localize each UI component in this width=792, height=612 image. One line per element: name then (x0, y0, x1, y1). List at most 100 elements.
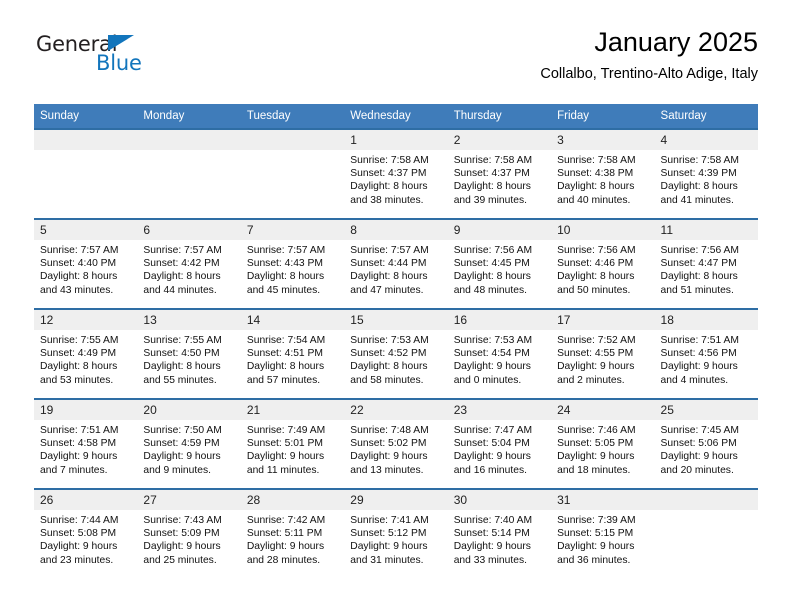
sunrise-line: Sunrise: 7:39 AM (557, 515, 636, 526)
day-number: 30 (447, 490, 552, 510)
sunrise-line: Sunrise: 7:53 AM (453, 335, 533, 346)
day-number: 11 (654, 220, 758, 240)
calendar-day-cell[interactable]: 3 Sunrise: 7:58 AM Sunset: 4:38 PM Daylight… (551, 128, 655, 219)
day-sun-info: Sunrise: 7:57 AM Sunset: 4:44 PM Daylight:… (344, 240, 447, 297)
day-number: 21 (240, 400, 345, 420)
daylight-line: Daylight: 8 hours (40, 271, 118, 283)
logo-text-blue: Blue (96, 51, 142, 75)
calendar-day-cell[interactable]: 6 Sunrise: 7:57 AM Sunset: 4:42 PM Daylight… (137, 218, 241, 309)
daylight-line: Daylight: 8 hours (557, 181, 635, 193)
day-sun-info: Sunrise: 7:41 AM Sunset: 5:12 PM Daylight:… (344, 510, 447, 567)
day-sun-info: Sunrise: 7:48 AM Sunset: 5:02 PM Daylight:… (344, 420, 447, 477)
calendar-day-cell[interactable]: 19 Sunrise: 7:51 AM Sunset: 4:58 PM Dayligh… (34, 398, 138, 489)
day-sun-info (137, 150, 240, 154)
daylight-line: and 43 minutes. (40, 284, 114, 296)
calendar-day-cell[interactable]: 26 Sunrise: 7:44 AM Sunset: 5:08 PM Dayligh… (34, 488, 138, 578)
calendar-day-cell[interactable]: 30 Sunrise: 7:40 AM Sunset: 5:14 PM Dayligh… (447, 488, 552, 578)
sunset-line: Sunset: 4:45 PM (453, 258, 530, 270)
sunrise-line: Sunrise: 7:48 AM (350, 425, 429, 436)
sunset-line: Sunset: 4:43 PM (246, 258, 323, 270)
calendar-day-cell[interactable]: 1 Sunrise: 7:58 AM Sunset: 4:37 PM Daylight… (344, 128, 448, 219)
day-number (654, 490, 758, 510)
calendar-day-cell[interactable]: 29 Sunrise: 7:41 AM Sunset: 5:12 PM Dayligh… (344, 488, 448, 578)
day-number: 20 (137, 400, 241, 420)
daylight-line: Daylight: 9 hours (246, 451, 325, 463)
day-sun-info: Sunrise: 7:57 AM Sunset: 4:43 PM Daylight:… (241, 240, 344, 297)
sunrise-line: Sunrise: 7:58 AM (660, 155, 739, 166)
calendar-day-cell[interactable]: 2 Sunrise: 7:58 AM Sunset: 4:37 PM Daylight… (447, 128, 552, 219)
sunrise-line: Sunrise: 7:40 AM (453, 515, 533, 526)
daylight-line: and 25 minutes. (143, 554, 217, 566)
day-sun-info: Sunrise: 7:54 AM Sunset: 4:51 PM Daylight:… (241, 330, 344, 387)
daylight-line: Daylight: 8 hours (350, 361, 428, 373)
day-number: 24 (551, 400, 655, 420)
calendar-day-cell[interactable]: 11 Sunrise: 7:56 AM Sunset: 4:47 PM Dayligh… (654, 218, 758, 309)
daylight-line: and 45 minutes. (246, 284, 321, 296)
calendar-day-cell[interactable]: 9 Sunrise: 7:56 AM Sunset: 4:45 PM Daylight… (447, 218, 552, 309)
calendar-day-cell[interactable]: 23 Sunrise: 7:47 AM Sunset: 5:04 PM Dayligh… (447, 398, 552, 489)
calendar-day-cell[interactable]: 8 Sunrise: 7:57 AM Sunset: 4:44 PM Daylight… (344, 218, 448, 309)
calendar-day-cell[interactable]: 21 Sunrise: 7:49 AM Sunset: 5:01 PM Dayligh… (240, 398, 345, 489)
general-blue-logo[interactable]: General Blue (34, 32, 204, 88)
day-number: 31 (551, 490, 655, 510)
day-number: 4 (654, 130, 758, 150)
sunrise-line: Sunrise: 7:51 AM (40, 425, 119, 436)
calendar-day-cell[interactable]: 12 Sunrise: 7:55 AM Sunset: 4:49 PM Dayligh… (34, 308, 138, 399)
page-title: January 2025 (594, 27, 758, 57)
day-sun-info: Sunrise: 7:40 AM Sunset: 5:14 PM Daylight:… (448, 510, 551, 567)
calendar-day-cell[interactable]: 7 Sunrise: 7:57 AM Sunset: 4:43 PM Daylight… (240, 218, 345, 309)
calendar-day-cell[interactable]: 10 Sunrise: 7:56 AM Sunset: 4:46 PM Dayligh… (551, 218, 655, 309)
daylight-line: and 13 minutes. (350, 464, 424, 476)
calendar-day-cell[interactable]: 24 Sunrise: 7:46 AM Sunset: 5:05 PM Dayligh… (551, 398, 655, 489)
day-sun-info: Sunrise: 7:58 AM Sunset: 4:37 PM Daylight:… (448, 150, 551, 207)
day-sun-info: Sunrise: 7:39 AM Sunset: 5:15 PM Daylight:… (551, 510, 654, 567)
daylight-line: and 18 minutes. (557, 464, 631, 476)
sunset-line: Sunset: 5:14 PM (453, 528, 530, 540)
calendar-day-cell[interactable]: 25 Sunrise: 7:45 AM Sunset: 5:06 PM Dayligh… (654, 398, 758, 489)
calendar-day-cell[interactable]: 20 Sunrise: 7:50 AM Sunset: 4:59 PM Dayligh… (137, 398, 241, 489)
day-number: 7 (240, 220, 345, 240)
daylight-line: Daylight: 9 hours (453, 541, 531, 553)
daylight-line: Daylight: 9 hours (246, 541, 325, 553)
daylight-line: Daylight: 9 hours (40, 541, 118, 553)
sunset-line: Sunset: 4:39 PM (660, 168, 737, 180)
daylight-line: Daylight: 9 hours (660, 451, 738, 463)
day-number: 1 (344, 130, 448, 150)
sunrise-line: Sunrise: 7:46 AM (557, 425, 636, 436)
daylight-line: and 16 minutes. (453, 464, 527, 476)
sunset-line: Sunset: 5:04 PM (453, 438, 530, 450)
calendar-day-cell[interactable]: 14 Sunrise: 7:54 AM Sunset: 4:51 PM Dayligh… (240, 308, 345, 399)
calendar-day-cell[interactable]: 18 Sunrise: 7:51 AM Sunset: 4:56 PM Dayligh… (654, 308, 758, 399)
daylight-line: and 55 minutes. (143, 374, 217, 386)
calendar-day-cell[interactable]: 28 Sunrise: 7:42 AM Sunset: 5:11 PM Dayligh… (240, 488, 345, 578)
sunset-line: Sunset: 5:15 PM (557, 528, 634, 540)
day-sun-info (34, 150, 137, 154)
day-sun-info (655, 510, 758, 514)
day-number: 9 (447, 220, 552, 240)
daylight-line: Daylight: 8 hours (453, 271, 531, 283)
calendar-day-cell[interactable]: 4 Sunrise: 7:58 AM Sunset: 4:39 PM Daylight… (654, 128, 758, 219)
sunset-line: Sunset: 5:08 PM (40, 528, 117, 540)
calendar-body: 1 Sunrise: 7:58 AM Sunset: 4:37 PM Daylight… (34, 128, 758, 578)
page-subtitle: Collalbo, Trentino-Alto Adige, Italy (540, 66, 758, 82)
day-sun-info: Sunrise: 7:53 AM Sunset: 4:54 PM Daylight:… (448, 330, 551, 387)
day-sun-info: Sunrise: 7:52 AM Sunset: 4:55 PM Daylight:… (551, 330, 654, 387)
calendar-day-cell[interactable]: 22 Sunrise: 7:48 AM Sunset: 5:02 PM Dayligh… (344, 398, 448, 489)
daylight-line: Daylight: 8 hours (350, 181, 428, 193)
calendar-day-cell[interactable]: 31 Sunrise: 7:39 AM Sunset: 5:15 PM Dayligh… (551, 488, 655, 578)
sunset-line: Sunset: 4:44 PM (350, 258, 427, 270)
daylight-line: and 33 minutes. (453, 554, 527, 566)
calendar-day-cell[interactable]: 16 Sunrise: 7:53 AM Sunset: 4:54 PM Dayligh… (447, 308, 552, 399)
calendar-day-cell[interactable]: 5 Sunrise: 7:57 AM Sunset: 4:40 PM Daylight… (34, 218, 138, 309)
daylight-line: Daylight: 9 hours (143, 541, 221, 553)
sunrise-line: Sunrise: 7:58 AM (453, 155, 533, 166)
day-sun-info: Sunrise: 7:43 AM Sunset: 5:09 PM Daylight:… (137, 510, 240, 567)
day-sun-info: Sunrise: 7:50 AM Sunset: 4:59 PM Daylight:… (137, 420, 240, 477)
calendar-day-cell[interactable]: 13 Sunrise: 7:55 AM Sunset: 4:50 PM Dayligh… (137, 308, 241, 399)
day-number: 10 (551, 220, 655, 240)
daylight-line: Daylight: 9 hours (557, 361, 635, 373)
calendar-day-cell[interactable]: 27 Sunrise: 7:43 AM Sunset: 5:09 PM Dayligh… (137, 488, 241, 578)
calendar-day-cell[interactable]: 15 Sunrise: 7:53 AM Sunset: 4:52 PM Dayligh… (344, 308, 448, 399)
weekday-header-monday: Monday (137, 104, 241, 129)
calendar-day-cell[interactable]: 17 Sunrise: 7:52 AM Sunset: 4:55 PM Dayligh… (551, 308, 655, 399)
